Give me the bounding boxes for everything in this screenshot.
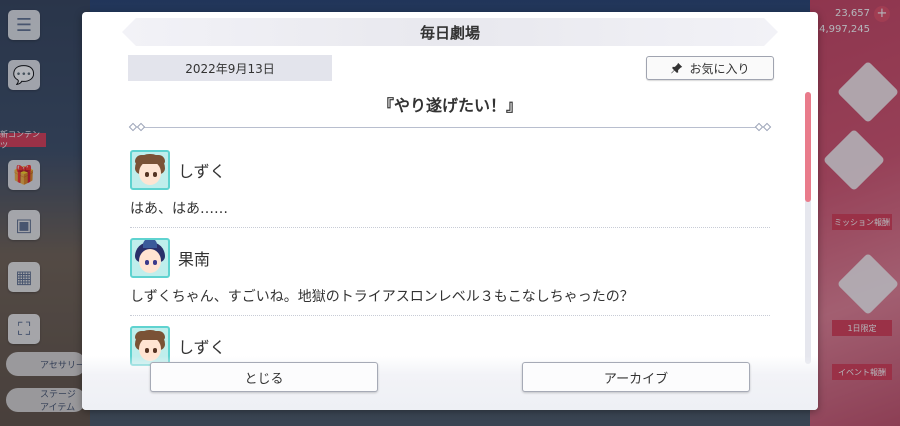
close-button[interactable]: とじる (150, 362, 378, 392)
episode-title: 『やり遂げたい！』 (377, 96, 522, 115)
speaker-name: しずく (178, 338, 226, 357)
speaker-name: しずく (178, 162, 226, 181)
content-scrollbar[interactable] (805, 92, 811, 364)
dialog-title: 毎日劇場 (122, 18, 778, 46)
dialogue-line: はあ、はあ…… (130, 192, 770, 228)
title-divider (128, 122, 772, 132)
kanan-avatar (130, 238, 170, 278)
scrollbar-thumb[interactable] (805, 92, 811, 202)
dialogue-entry: しずく はあ、はあ…… (130, 148, 770, 228)
pin-icon (671, 62, 683, 73)
favorite-button[interactable]: お気に入り (646, 56, 774, 80)
dialogue-line: しずくちゃん、すごいね。地獄のトライアスロンレベル３もこなしちゃったの？ (130, 280, 770, 316)
date-label: 2022年9月13日 (128, 55, 332, 81)
favorite-label: お気に入り (689, 61, 750, 76)
archive-button[interactable]: アーカイブ (522, 362, 750, 392)
dialogue-entry: 果南 しずくちゃん、すごいね。地獄のトライアスロンレベル３もこなしちゃったの？ (130, 236, 770, 316)
script-content[interactable]: しずく はあ、はあ…… 果南 しずくちゃん、すごいね。地獄のトライアスロンレベル… (130, 140, 770, 368)
daily-theater-dialog: 毎日劇場 2022年9月13日 お気に入り 『やり遂げたい！』 しずく はあ、は… (82, 12, 818, 410)
speaker-name: 果南 (178, 250, 211, 269)
shizuku-avatar (130, 150, 170, 190)
